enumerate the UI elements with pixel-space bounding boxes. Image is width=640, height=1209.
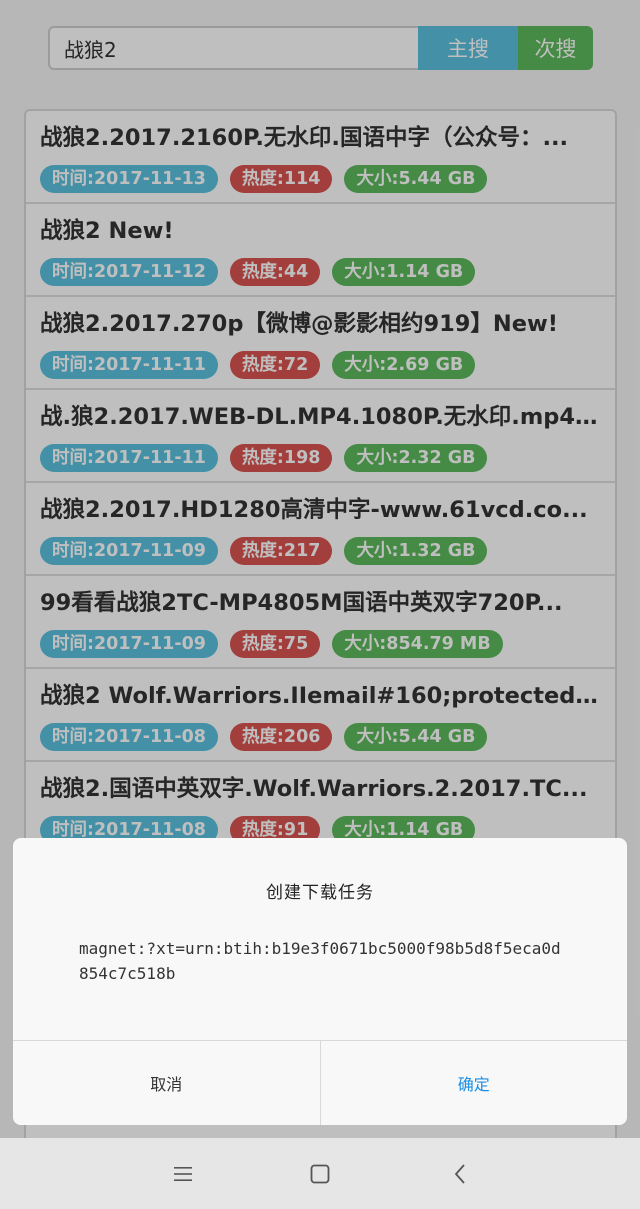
confirm-button[interactable]: 确定 (320, 1041, 627, 1125)
download-dialog: 创建下载任务 magnet:?xt=urn:btih:b19e3f0671bc5… (13, 838, 627, 1125)
magnet-link-text: magnet:?xt=urn:btih:b19e3f0671bc5000f98b… (79, 939, 561, 983)
system-nav-bar (0, 1138, 640, 1209)
menu-icon[interactable] (143, 1138, 223, 1209)
dialog-title: 创建下载任务 (266, 883, 374, 903)
cancel-button[interactable]: 取消 (13, 1041, 321, 1125)
dialog-buttons: 取消 确定 (13, 1040, 627, 1125)
home-square-icon[interactable] (280, 1138, 360, 1209)
back-chevron-icon[interactable] (420, 1138, 500, 1209)
